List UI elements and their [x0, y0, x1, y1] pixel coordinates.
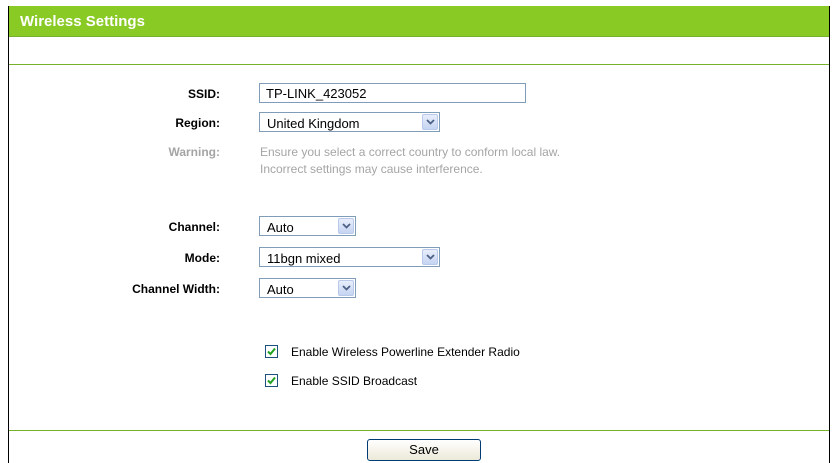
title-divider [9, 36, 829, 37]
region-select-value: United Kingdom [267, 116, 360, 131]
title-bar: Wireless Settings [9, 6, 829, 36]
page-title: Wireless Settings [20, 13, 145, 30]
save-button[interactable]: Save [367, 439, 481, 461]
mode-select[interactable]: 11bgn mixed [259, 247, 440, 267]
warning-label: Warning: [168, 145, 220, 159]
ssid-label: SSID: [187, 87, 220, 101]
warning-line-1: Ensure you select a correct country to c… [260, 145, 561, 159]
enable-ssid-broadcast-label: Enable SSID Broadcast [291, 374, 418, 388]
enable-ssid-broadcast-checkbox[interactable] [265, 374, 278, 387]
chevron-down-icon [338, 280, 354, 296]
mode-select-value: 11bgn mixed [267, 251, 341, 266]
checkmark-icon [267, 347, 276, 356]
mode-label: Mode: [184, 251, 220, 265]
chevron-down-icon [422, 114, 438, 130]
channel-width-select[interactable]: Auto [259, 278, 356, 298]
chevron-down-icon [338, 218, 354, 234]
ssid-input[interactable] [259, 83, 526, 103]
channel-select[interactable]: Auto [259, 216, 356, 236]
region-label: Region: [175, 116, 220, 130]
top-divider [9, 64, 829, 65]
chevron-down-icon [422, 249, 438, 265]
channel-select-value: Auto [267, 220, 294, 235]
channel-width-select-value: Auto [267, 282, 294, 297]
settings-frame [8, 6, 830, 463]
enable-powerline-label: Enable Wireless Powerline Extender Radio [291, 345, 520, 359]
channel-width-label: Channel Width: [132, 282, 220, 296]
checkmark-icon [267, 376, 276, 385]
region-select[interactable]: United Kingdom [259, 112, 440, 132]
enable-powerline-checkbox[interactable] [265, 345, 278, 358]
warning-line-2: Incorrect settings may cause interferenc… [260, 162, 483, 176]
channel-label: Channel: [168, 220, 220, 234]
bottom-divider [9, 430, 829, 431]
